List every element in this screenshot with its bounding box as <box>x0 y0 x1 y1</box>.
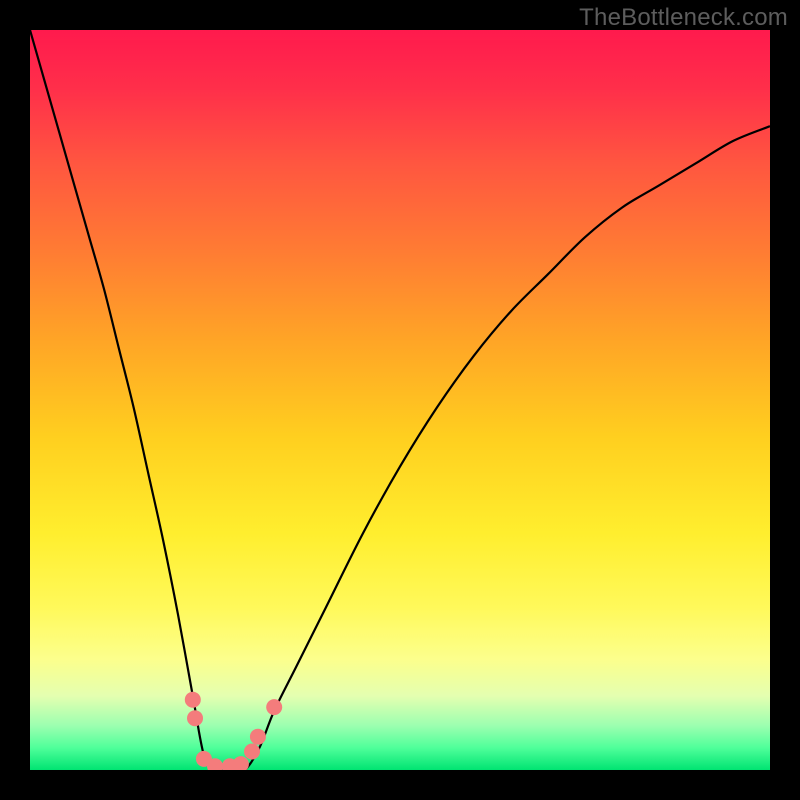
chart-overlay <box>30 30 770 770</box>
watermark-text: TheBottleneck.com <box>579 4 788 32</box>
data-dot <box>266 699 282 715</box>
data-dot <box>187 710 203 726</box>
data-dot <box>250 729 266 745</box>
data-dot <box>185 692 201 708</box>
bottleneck-curve <box>30 30 770 770</box>
chart-frame <box>30 30 770 770</box>
data-dot <box>233 756 249 770</box>
data-dot <box>244 744 260 760</box>
